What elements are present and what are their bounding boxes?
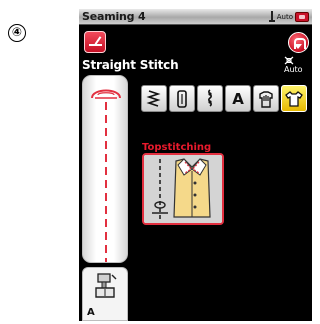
decorative-stitch-icon [208, 88, 212, 107]
presser-foot-button[interactable]: A [82, 267, 128, 321]
shirt-icon [285, 90, 303, 107]
presser-foot-outline-icon [91, 89, 121, 99]
hand-garment-icon [259, 90, 273, 108]
topstitching-shirt-icon [144, 155, 222, 223]
presser-foot-letter: A [87, 307, 95, 318]
category-quilting[interactable] [253, 85, 279, 112]
technique-label: Topstitching [142, 142, 212, 153]
sewing-machine-screen: Seaming 4 Auto Straight Stitch Auto A A … [79, 9, 312, 321]
status-title: Seaming 4 [82, 10, 146, 23]
stitch-preview [82, 75, 128, 263]
alphabet-icon: A [232, 89, 244, 108]
status-bar: Seaming 4 Auto [79, 9, 312, 25]
category-decorative[interactable] [197, 85, 223, 112]
needle-position-icon [268, 11, 275, 22]
thread-tension-icon [284, 56, 294, 65]
topstitching-tile[interactable] [142, 153, 224, 225]
stitch-name: Straight Stitch [82, 58, 179, 72]
stitch-edit-icon[interactable] [84, 31, 106, 53]
step-number-marker: ④ [8, 24, 26, 42]
stitch-category-bar: A [141, 85, 307, 112]
category-alphabet[interactable]: A [225, 85, 251, 112]
category-utility-stitches[interactable] [141, 85, 167, 112]
buttonhole-icon [177, 89, 187, 108]
tension-auto-label: Auto [284, 65, 303, 74]
thread-tension-indicator: Auto [284, 56, 312, 74]
seam-line [105, 102, 107, 262]
status-indicators: Auto [268, 11, 309, 22]
bobbin-icon [295, 11, 309, 22]
category-buttonhole[interactable] [169, 85, 195, 112]
category-garment-sewing[interactable] [281, 85, 307, 112]
zigzag-stitch-icon [146, 89, 161, 107]
presser-foot-icon [95, 273, 117, 298]
reverse-stitch-button[interactable] [288, 32, 309, 53]
auto-label: Auto [276, 12, 293, 21]
